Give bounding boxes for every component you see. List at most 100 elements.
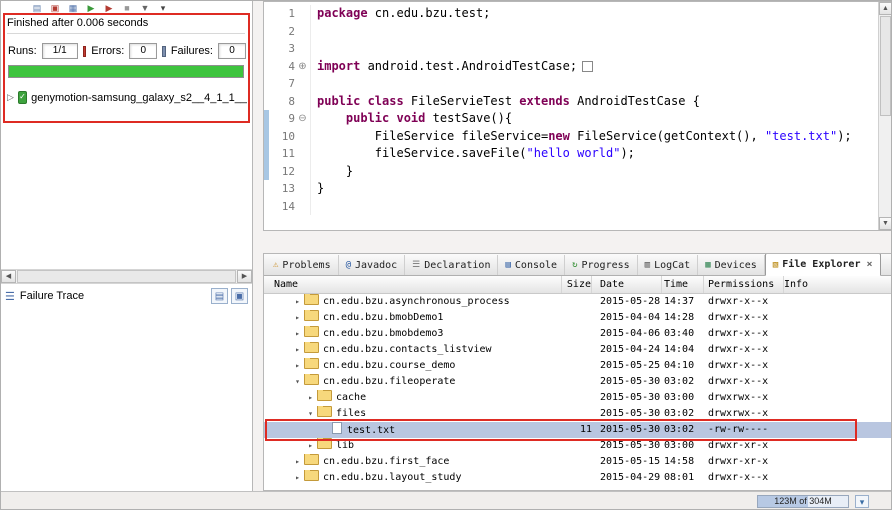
expand-arrow-icon[interactable]: ▸ [305, 390, 316, 406]
line-number: 7 [288, 77, 295, 90]
junit-tree-item[interactable]: ▷ ✓ genymotion-samsung_galaxy_s2__4_1_1_… [7, 91, 247, 104]
tab-declaration[interactable]: ☰ Declaration [405, 255, 499, 275]
expand-arrow-icon[interactable]: ▸ [292, 310, 303, 326]
file-row-cn.edu.bzu.bmobDemo1[interactable]: ▸ cn.edu.bzu.bmobDemo1 2015-04-04 14:28 drwx… [264, 310, 891, 326]
errors-filter-icon[interactable]: ▣ [49, 3, 61, 15]
expand-arrow-icon[interactable]: ▸ [292, 358, 303, 374]
tab-console[interactable]: ▤ Console [498, 255, 566, 275]
errors-value: 0 [129, 43, 158, 59]
failures-filter-icon[interactable]: ▦ [67, 3, 79, 15]
fold-toggle-icon[interactable]: ⊖ [295, 110, 311, 128]
garbage-collect-icon[interactable]: ▾ [855, 495, 869, 508]
junit-horizontal-scrollbar[interactable]: ◀ ▶ [1, 269, 252, 284]
code-text: fileService.saveFile("hello world"); [311, 145, 635, 163]
file-row-cn.edu.bzu.asynchronous_process[interactable]: ▸ cn.edu.bzu.asynchronous_process 2015-05-… [264, 294, 891, 310]
tab-label: LogCat [654, 259, 691, 271]
date-cell: 2015-05-25 [600, 360, 661, 371]
size-cell [562, 310, 592, 326]
editor-line[interactable]: 8 public class FileServieTest extends And… [264, 92, 878, 110]
scrollbar-thumb[interactable] [17, 270, 236, 283]
view-menu-icon[interactable]: ▾ [157, 3, 169, 15]
scroll-down-icon[interactable]: ▼ [879, 217, 891, 230]
file-row-cn.edu.bzu.bmobdemo3[interactable]: ▸ cn.edu.bzu.bmobdemo3 2015-04-06 03:40 drwx… [264, 326, 891, 342]
runs-label: Runs: [8, 45, 37, 57]
expand-arrow-icon[interactable]: ▷ [7, 92, 14, 103]
java-editor[interactable]: 1 package cn.edu.bzu.test; 2 3 4 ⊕ import andr… [263, 1, 891, 231]
code-text: import android.test.AndroidTestCase; [311, 58, 594, 76]
line-number: 3 [288, 42, 295, 55]
column-header-time[interactable]: Time [662, 276, 704, 293]
code-segment: new [548, 128, 570, 143]
editor-line[interactable]: 4 ⊕ import android.test.AndroidTestCase; [264, 57, 878, 76]
editor-line[interactable]: 1 package cn.edu.bzu.test; [264, 5, 878, 23]
column-header-permissions[interactable]: Permissions [704, 276, 784, 293]
name-cell: ▸ cn.edu.bzu.first_face [264, 454, 562, 470]
name-cell: ▸ cn.edu.bzu.bmobdemo3 [264, 326, 562, 342]
stop-icon[interactable]: ■ [121, 3, 133, 15]
compare-result-icon[interactable]: ▣ [231, 288, 248, 304]
scroll-up-icon[interactable]: ▲ [879, 2, 891, 15]
tab-javadoc[interactable]: @ Javadoc [339, 255, 406, 275]
info-cell [784, 438, 891, 454]
file-row-cache[interactable]: ▸ cache 2015-05-30 03:00 drwxrwx--x [264, 390, 891, 406]
collapse-arrow-icon[interactable]: ▾ [305, 406, 316, 422]
expand-arrow-icon[interactable]: ▸ [292, 294, 303, 310]
errors-icon [82, 45, 87, 57]
column-header-name[interactable]: Name [264, 276, 562, 293]
file-row-cn.edu.bzu.fileoperate[interactable]: ▾ cn.edu.bzu.fileoperate 2015-05-30 03:02 dr… [264, 374, 891, 390]
test-history-icon[interactable]: ▼ [139, 3, 151, 15]
rerun-failed-first-icon[interactable]: ▶ [103, 3, 115, 15]
column-header-size[interactable]: Size [562, 276, 592, 293]
code-segment: ); [837, 128, 852, 143]
scrollbar-thumb[interactable] [880, 16, 891, 116]
filter-stack-trace-icon[interactable]: ▤ [211, 288, 228, 304]
editor-line[interactable]: 9 ⊖ public void testSave(){ [264, 110, 878, 128]
file-row-cn.edu.bzu.course_demo[interactable]: ▸ cn.edu.bzu.course_demo 2015-05-25 04:10 dr… [264, 358, 891, 374]
tab-file-explorer[interactable]: ▧ File Explorer × [764, 254, 881, 276]
expand-arrow-icon[interactable]: ▸ [292, 454, 303, 470]
heap-status-widget[interactable]: 123M of 304M [757, 495, 849, 508]
editor-line[interactable]: 3 [264, 40, 878, 58]
editor-line[interactable]: 12 } [264, 162, 878, 180]
tab-progress[interactable]: ↻ Progress [565, 255, 638, 275]
file-row-cn.edu.bzu.contacts_listview[interactable]: ▸ cn.edu.bzu.contacts_listview 2015-04-24 1… [264, 342, 891, 358]
date-cell: 2015-05-28 [600, 296, 661, 307]
file-row-files[interactable]: ▾ files 2015-05-30 03:02 drwxrwx--x [264, 406, 891, 422]
tab-logcat[interactable]: ▥ LogCat [638, 255, 699, 275]
editor-vertical-scrollbar[interactable]: ▲ ▼ [878, 2, 891, 230]
hierarchy-icon[interactable]: ▤ [31, 3, 43, 15]
rerun-test-icon[interactable]: ▶ [85, 3, 97, 15]
scroll-right-icon[interactable]: ▶ [237, 270, 252, 283]
file-row-test.txt[interactable]: test.txt 11 2015-05-30 03:02 -rw-rw---- [264, 419, 891, 441]
expand-arrow-icon[interactable]: ▸ [292, 470, 303, 486]
expand-arrow-icon[interactable]: ▸ [292, 326, 303, 342]
permissions-cell: drwxr-x--x [708, 360, 769, 371]
time-cell: 08:01 [664, 472, 695, 483]
editor-line[interactable]: 13} [264, 180, 878, 198]
scroll-left-icon[interactable]: ◀ [1, 270, 16, 283]
file-row-cn.edu.bzu.layout_study[interactable]: ▸ cn.edu.bzu.layout_study 2015-04-29 08:01 d… [264, 470, 891, 486]
fold-toggle-icon[interactable]: ⊕ [295, 57, 311, 75]
collapse-arrow-icon[interactable]: ▾ [292, 374, 303, 390]
column-header-info[interactable]: Info [784, 276, 891, 293]
close-icon[interactable]: × [866, 259, 872, 270]
editor-line[interactable]: 11 fileService.saveFile("hello world"); [264, 145, 878, 163]
file-row-cn.edu.bzu.first_face[interactable]: ▸ cn.edu.bzu.first_face 2015-05-15 14:58 drw… [264, 454, 891, 470]
column-header-date[interactable]: Date [592, 276, 662, 293]
file-row-lib[interactable]: ▸ lib 2015-05-30 03:00 drwxr-xr-x [264, 438, 891, 454]
editor-line[interactable]: 2 [264, 22, 878, 41]
info-cell [784, 310, 891, 326]
tab-problems[interactable]: ⚠ Problems [266, 255, 339, 275]
tab-devices[interactable]: ▦ Devices [698, 255, 765, 275]
expand-arrow-icon[interactable]: ▸ [292, 342, 303, 358]
expand-arrow-icon[interactable]: ▸ [305, 438, 316, 454]
file-table-header: Name Size Date Time Permissions Info [264, 276, 891, 294]
folder-icon [304, 310, 319, 321]
editor-line[interactable]: 14 [264, 197, 878, 215]
file-name: files [336, 408, 367, 419]
editor-line[interactable]: 7 [264, 75, 878, 93]
fold-column [295, 197, 311, 215]
code-segment: android.test.AndroidTestCase; [360, 58, 578, 73]
editor-line[interactable]: 10 FileService fileService=new FileServi… [264, 127, 878, 145]
